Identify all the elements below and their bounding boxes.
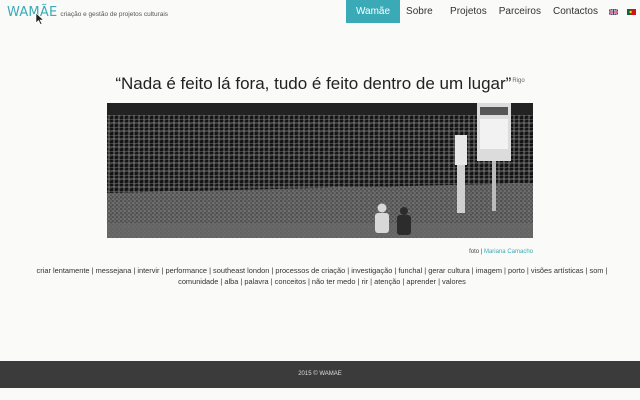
english-flag-icon[interactable] [604, 0, 622, 23]
tag-cloud[interactable]: criar lentamente | messejana | intervir … [22, 265, 622, 287]
brand-tagline: criação e gestão de projetos culturais [60, 11, 169, 18]
page-bottom [0, 388, 640, 400]
nav-item-wamae[interactable]: Wamãe [345, 0, 401, 23]
photo-credit-link[interactable]: Mariana Camacho [484, 249, 533, 255]
featured-quote: “Nada é feito lá fora, tudo é feito dent… [0, 74, 640, 94]
quote-text: “Nada é feito lá fora, tudo é feito dent… [115, 74, 512, 93]
brand-name[interactable]: WAMÃE [7, 5, 57, 20]
photo-credit: foto | Mariana Camacho [469, 249, 533, 255]
photo-credit-prefix: foto | [469, 249, 484, 255]
footer: 2015 © WAMAE [0, 361, 640, 388]
footer-copyright: 2015 © WAMAE [298, 371, 342, 377]
quote-author: Rigo [512, 78, 525, 85]
nav-item-contactos[interactable]: Contactos [547, 0, 604, 23]
nav-item-sobre[interactable]: Sobre [400, 0, 444, 23]
header: WAMÃE criação e gestão de projetos cultu… [0, 0, 640, 25]
portuguese-flag-icon[interactable] [622, 0, 640, 23]
brand-logo[interactable]: WAMÃE criação e gestão de projetos cultu… [7, 5, 168, 20]
main-nav: Wamãe Sobre Projetos Parceiros Contactos [345, 0, 640, 23]
mouse-cursor-icon [35, 13, 45, 25]
nav-item-parceiros[interactable]: Parceiros [493, 0, 547, 23]
nav-item-projetos[interactable]: Projetos [444, 0, 493, 23]
featured-photo [107, 103, 533, 238]
